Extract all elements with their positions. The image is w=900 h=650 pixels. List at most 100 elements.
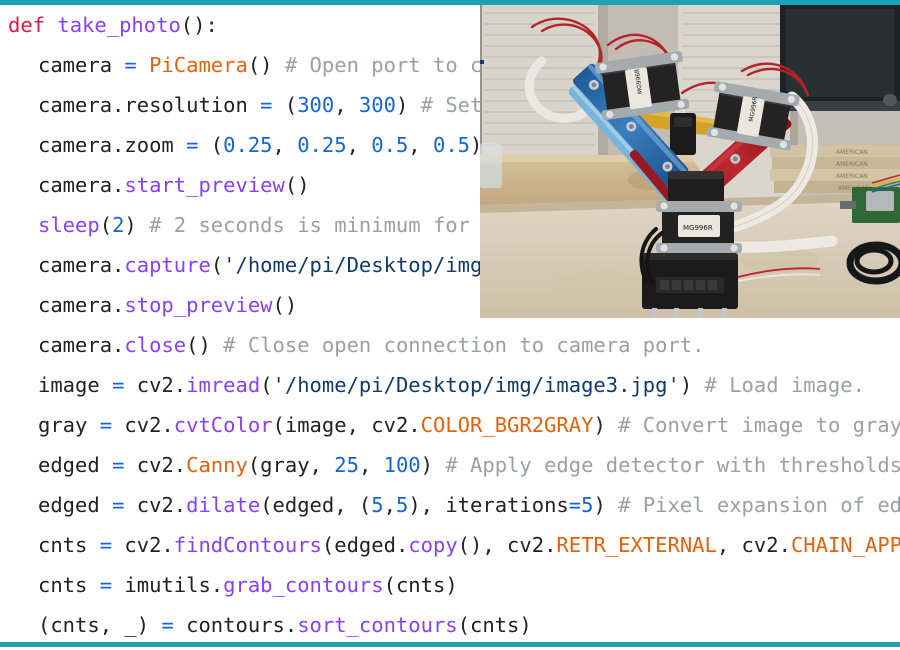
code-token-num: 25 <box>334 453 359 477</box>
code-token-plain: cnts <box>38 533 100 557</box>
code-line: image = cv2.imread('/home/pi/Desktop/img… <box>0 365 900 405</box>
code-token-const: CHAIN_APPROX_SIMPLE <box>790 533 900 557</box>
code-token-plain: edged <box>38 493 113 517</box>
code-token-meth: imread <box>186 373 261 397</box>
code-token-op: = <box>186 133 199 157</box>
code-token-punct: ) <box>593 413 606 437</box>
code-token-comment: # Apply edge detector with thresholds. <box>433 453 900 477</box>
code-line: cnts = cv2.findContours(edged.copy(), cv… <box>0 525 900 565</box>
code-line: edged = cv2.dilate(edged, (5,5), iterati… <box>0 485 900 525</box>
code-token-meth: cvtColor <box>173 413 273 437</box>
code-token-plain: , cv2. <box>716 533 791 557</box>
code-token-comment: # Close open connection to camera port. <box>210 333 705 357</box>
code-token-num: 300 <box>297 93 335 117</box>
code-token-punct: , <box>346 133 372 157</box>
code-token-const: RETR_EXTERNAL <box>556 533 717 557</box>
code-token-fn: take_photo <box>57 13 181 37</box>
code-token-plain: camera <box>38 53 125 77</box>
code-token-meth: capture <box>124 253 211 277</box>
code-token-comment: # Load image. <box>692 373 865 397</box>
code-token-plain: camera.resolution <box>38 93 261 117</box>
code-line: (cnts, _) = contours.sort_contours(cnts) <box>0 605 900 641</box>
code-token-op: = <box>99 573 113 597</box>
code-token-punct: () <box>272 293 298 317</box>
code-token-num: 2 <box>112 213 125 237</box>
code-token-plain: camera. <box>38 293 125 317</box>
code-token-plain: (cnts, _) <box>38 613 162 637</box>
code-token-num: 5 <box>395 493 409 517</box>
code-token-punct: (cnts) <box>383 573 458 597</box>
code-token-meth: stop_preview <box>124 293 273 317</box>
code-token-punct: ( <box>210 253 224 277</box>
code-token-punct: , <box>358 453 384 477</box>
code-token-plain: camera.zoom <box>38 133 187 157</box>
code-line: edged = cv2.Canny(gray, 25, 100) # Apply… <box>0 445 900 485</box>
code-line: cnts = imutils.grab_contours(cnts) <box>0 565 900 605</box>
code-token-plain: (edged. <box>321 533 409 557</box>
robotic-arm-illustration: AMERICAN AMERICAN AMERICAN AMERICAN <box>480 5 900 318</box>
code-token-plain: (gray, <box>247 453 335 477</box>
code-token-class: PiCamera <box>149 53 248 77</box>
code-token-plain: (image, cv2. <box>272 413 421 437</box>
code-token-punct: ) <box>124 213 137 237</box>
code-token-meth: findContours <box>173 533 322 557</box>
code-token-op: = <box>99 533 113 557</box>
code-token-num: 5 <box>371 493 384 517</box>
code-token-punct: () <box>186 333 211 357</box>
code-token-meth: copy <box>408 533 458 557</box>
code-token-punct: ) <box>420 453 433 477</box>
code-token-plain: (), cv2. <box>457 533 557 557</box>
code-token-punct: ( <box>99 213 113 237</box>
code-token-punct: , <box>383 493 396 517</box>
code-token-op: = <box>161 613 174 637</box>
code-token-punct: ) <box>679 373 693 397</box>
code-token-class: Canny <box>186 453 248 477</box>
code-token-plain: cv2. <box>124 493 187 517</box>
code-token-punct: (cnts) <box>457 613 532 637</box>
code-token-meth: close <box>124 333 187 357</box>
code-token-punct: ( <box>272 93 298 117</box>
code-token-num: 100 <box>383 453 421 477</box>
code-token-plain: cv2. <box>112 413 174 437</box>
code-token-num: 0.25 <box>297 133 347 157</box>
code-token-punct: (): <box>180 13 218 37</box>
code-token-const: COLOR_BGR2GRAY <box>420 413 594 437</box>
code-token-plain: cnts <box>38 573 100 597</box>
code-token-punct: , <box>334 93 359 117</box>
bottom-rule-divider <box>0 642 900 647</box>
code-token-kw: def <box>8 13 46 37</box>
code-token-op: = <box>99 413 113 437</box>
code-token-op: = <box>112 373 125 397</box>
code-token-op: = <box>260 93 273 117</box>
code-token-punct: , <box>408 133 433 157</box>
code-token-punct: ) <box>395 93 409 117</box>
code-token-meth: dilate <box>186 493 261 517</box>
code-token-punct: () <box>284 173 310 197</box>
code-token-comment: # Pixel expansion of edges. <box>618 493 900 517</box>
code-token-plain: camera. <box>38 333 125 357</box>
code-token-meth: grab_contours <box>223 573 384 597</box>
robotic-arm-photo: AMERICAN AMERICAN AMERICAN AMERICAN <box>480 5 900 318</box>
code-token-num: 5 <box>581 493 594 517</box>
code-token-punct: ( <box>198 133 224 157</box>
code-token-meth: sleep <box>38 213 100 237</box>
code-line: camera.close() # Close open connection t… <box>0 325 900 365</box>
code-token-punct: ) <box>593 493 606 517</box>
code-token-plain: contours. <box>173 613 298 637</box>
code-token-plain: (edged, ( <box>260 493 372 517</box>
code-token-op: = <box>568 493 582 517</box>
code-token-op: = <box>112 493 125 517</box>
code-token-comment: # Convert image to grayscale. <box>618 413 900 437</box>
code-token-plain: ), iterations <box>408 493 569 517</box>
code-token-plain: edged <box>38 453 113 477</box>
code-token-num: 0.5 <box>371 133 409 157</box>
code-token-punct: () <box>247 53 273 77</box>
code-token-plain: cv2. <box>124 373 187 397</box>
code-token-plain: gray <box>38 413 100 437</box>
code-token-punct: , <box>272 133 298 157</box>
code-token-plain: cv2. <box>124 453 187 477</box>
code-line: gray = cv2.cvtColor(image, cv2.COLOR_BGR… <box>0 405 900 445</box>
code-token-num: 300 <box>358 93 396 117</box>
